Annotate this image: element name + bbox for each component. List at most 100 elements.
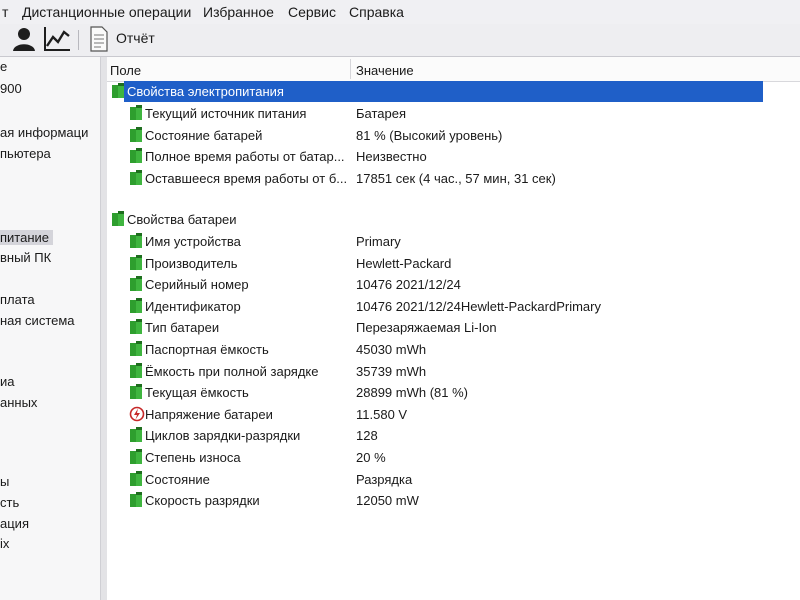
property-row[interactable]: Полное время работы от батар... Неизвестн… xyxy=(107,146,800,166)
tree-item[interactable]: ация xyxy=(0,516,29,531)
group-header[interactable]: Свойства батареи xyxy=(107,209,800,229)
tree-item[interactable]: вный ПК xyxy=(0,250,51,265)
tree-item[interactable]: иа xyxy=(0,374,15,389)
battery-icon xyxy=(129,319,143,338)
property-row[interactable]: Напряжение батареи 11.580 V xyxy=(107,404,800,424)
battery-icon xyxy=(111,211,125,230)
user-icon xyxy=(13,28,35,51)
property-field: Текущая ёмкость xyxy=(145,385,249,401)
group-title: Свойства батареи xyxy=(127,212,237,227)
property-field: Идентификатор xyxy=(145,298,241,314)
property-value: 128 xyxy=(356,428,378,444)
battery-icon xyxy=(129,126,143,146)
properties-list: Поле Значение Свойства электропитания Тек… xyxy=(107,57,800,600)
battery-icon xyxy=(129,449,143,468)
property-row[interactable]: Состояние Разрядка xyxy=(107,469,800,489)
property-field: Состояние xyxy=(145,471,210,487)
battery-icon xyxy=(129,169,143,189)
tree-item[interactable]: ы xyxy=(0,474,9,489)
property-row[interactable]: Состояние батарей 81 % (Высокий уровень) xyxy=(107,125,800,145)
property-field: Ёмкость при полной зарядке xyxy=(145,363,319,379)
property-field: Тип батареи xyxy=(145,320,220,336)
property-row[interactable]: Ёмкость при полной зарядке 35739 mWh xyxy=(107,361,800,381)
menu-item-favorites[interactable]: Избранное xyxy=(203,4,274,20)
property-value: Неизвестно xyxy=(356,149,427,165)
property-value: 81 % (Высокий уровень) xyxy=(356,127,503,143)
tree-item[interactable]: анных xyxy=(0,395,37,410)
property-value: Hewlett-Packard xyxy=(356,255,452,271)
property-value: 17851 сек (4 час., 57 мин, 31 сек) xyxy=(356,170,556,186)
property-value: 28899 mWh (81 %) xyxy=(356,385,468,401)
property-value: Primary xyxy=(356,234,401,249)
battery-icon xyxy=(129,276,143,295)
tree-item[interactable]: 900 xyxy=(0,81,22,96)
document-icon xyxy=(90,26,108,52)
property-field: Степень износа xyxy=(145,450,241,465)
group-header[interactable]: Свойства электропитания xyxy=(107,81,800,102)
battery-icon xyxy=(129,254,143,274)
menu-item-partial[interactable]: т xyxy=(2,4,8,20)
property-row[interactable]: Серийный номер 10476 2021/12/24 xyxy=(107,274,800,294)
property-row[interactable]: Тип батареи Перезаряжаемая Li-Ion xyxy=(107,317,800,337)
property-value: 20 % xyxy=(356,450,386,465)
property-row[interactable]: Имя устройства Primary xyxy=(107,231,800,251)
property-value: 10476 2021/12/24Hewlett-PackardPrimary xyxy=(356,298,601,314)
property-row[interactable]: Степень износа 20 % xyxy=(107,447,800,467)
user-button[interactable] xyxy=(10,24,38,54)
property-field: Полное время работы от батар... xyxy=(145,149,345,165)
property-field: Состояние батарей xyxy=(145,127,263,143)
tree-item[interactable]: ая информаци xyxy=(0,125,88,140)
battery-icon xyxy=(129,297,143,317)
property-field: Серийный номер xyxy=(145,277,249,293)
tree-item[interactable]: ная система xyxy=(0,313,75,328)
battery-icon xyxy=(129,233,143,252)
battery-icon xyxy=(129,384,143,403)
battery-icon xyxy=(129,427,143,446)
property-field: Производитель xyxy=(145,255,238,271)
property-row[interactable]: Идентификатор 10476 2021/12/24Hewlett-Pac… xyxy=(107,296,800,316)
property-row[interactable]: Скорость разрядки 12050 mW xyxy=(107,490,800,510)
battery-icon xyxy=(129,470,143,490)
battery-icon xyxy=(129,341,143,360)
voltage-icon xyxy=(129,406,145,425)
property-value: 35739 mWh xyxy=(356,363,427,379)
column-header-value[interactable]: Значение xyxy=(356,63,414,78)
property-value: 11.580 V xyxy=(356,406,408,422)
property-value: Батарея xyxy=(356,106,407,121)
navigation-tree: е 900 ая информаци пьютера питание вный … xyxy=(0,57,101,600)
tree-item[interactable]: е xyxy=(0,59,7,74)
report-button[interactable] xyxy=(88,24,110,54)
benchmark-button[interactable] xyxy=(42,24,72,54)
column-divider[interactable] xyxy=(350,59,351,79)
property-value: Разрядка xyxy=(356,471,413,487)
tree-item[interactable]: пьютера xyxy=(0,146,51,161)
battery-icon xyxy=(129,148,143,167)
menu-item-service[interactable]: Сервис xyxy=(288,4,336,20)
property-value: 12050 mW xyxy=(356,493,419,509)
menu-bar: т Дистанционные операции Избранное Серви… xyxy=(0,0,800,24)
tree-item[interactable]: іх xyxy=(0,536,9,551)
property-field: Оставшееся время работы от б... xyxy=(145,170,348,186)
menu-item-remote-operations[interactable]: Дистанционные операции xyxy=(22,4,191,20)
property-field: Паспортная ёмкость xyxy=(145,342,269,357)
property-value: 45030 mWh xyxy=(356,342,427,357)
property-row[interactable]: Текущий источник питания Батарея xyxy=(107,103,800,123)
property-row[interactable]: Оставшееся время работы от б... 17851 сек… xyxy=(107,168,800,188)
property-field: Текущий источник питания xyxy=(145,106,307,121)
property-row[interactable]: Циклов зарядки-разрядки 128 xyxy=(107,425,800,445)
property-value: Перезаряжаемая Li-Ion xyxy=(356,320,497,336)
menu-item-help[interactable]: Справка xyxy=(349,4,404,20)
property-field: Циклов зарядки-разрядки xyxy=(145,428,301,444)
report-button-label[interactable]: Отчёт xyxy=(116,30,155,46)
column-header-field[interactable]: Поле xyxy=(110,63,141,78)
tree-item[interactable]: плата xyxy=(0,292,35,307)
property-row[interactable]: Паспортная ёмкость 45030 mWh xyxy=(107,339,800,359)
property-row[interactable]: Производитель Hewlett-Packard xyxy=(107,253,800,273)
tree-item[interactable]: сть xyxy=(0,495,19,510)
battery-icon xyxy=(111,83,125,102)
toolbar-separator xyxy=(78,30,79,50)
chart-line-icon xyxy=(44,27,70,51)
group-title: Свойства электропитания xyxy=(127,84,284,99)
property-row[interactable]: Текущая ёмкость 28899 mWh (81 %) xyxy=(107,382,800,402)
tree-item-selected[interactable]: питание xyxy=(0,230,54,245)
